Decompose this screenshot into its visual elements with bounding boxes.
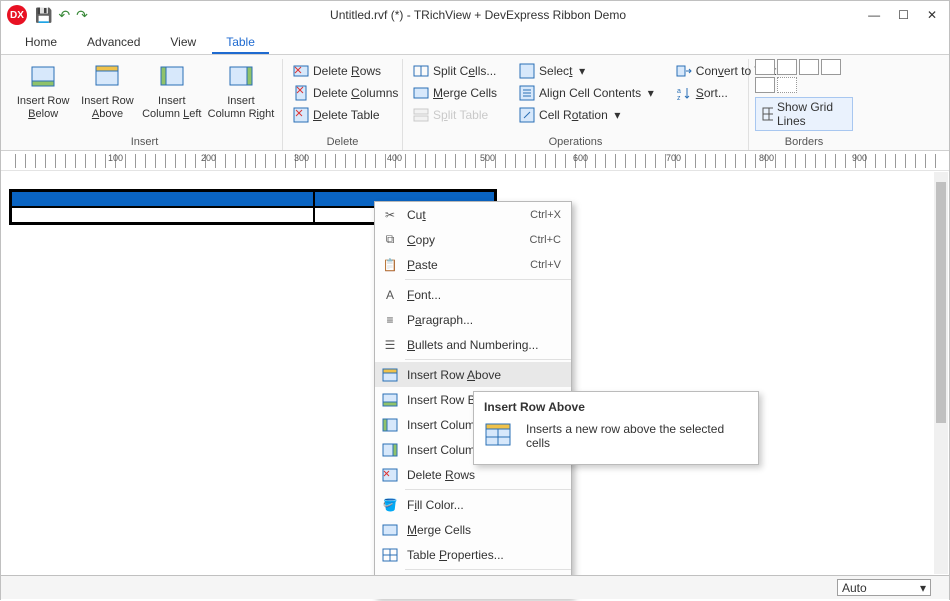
save-icon[interactable]: 💾: [35, 7, 52, 24]
split-cells-button[interactable]: Split Cells...: [409, 61, 501, 81]
ctx-fill-color[interactable]: 🪣Fill Color...: [375, 492, 571, 517]
chevron-down-icon: ▾: [920, 581, 926, 595]
merge-cells-icon: [381, 523, 399, 537]
app-icon: DX: [7, 5, 27, 25]
tab-advanced[interactable]: Advanced: [73, 31, 154, 54]
bullets-icon: ☰: [381, 338, 399, 352]
fill-color-icon: 🪣: [381, 498, 399, 512]
group-operations-label: Operations: [409, 134, 742, 148]
insert-col-left-button[interactable]: InsertColumn Left: [142, 59, 202, 121]
split-table-button: Split Table: [409, 105, 501, 125]
ctx-merge-cells[interactable]: Merge Cells: [375, 517, 571, 542]
minimize-icon[interactable]: —: [868, 8, 880, 22]
ctx-bullets[interactable]: ☰Bullets and Numbering...: [375, 332, 571, 357]
paste-icon: 📋: [381, 258, 399, 272]
maximize-icon[interactable]: ☐: [898, 8, 909, 22]
ctx-insert-row-above[interactable]: Insert Row Above: [375, 362, 571, 387]
vertical-scrollbar[interactable]: [934, 172, 948, 574]
tab-view[interactable]: View: [156, 31, 210, 54]
cut-icon: ✂: [381, 208, 399, 222]
group-borders-label: Borders: [755, 134, 853, 148]
ctx-delete-rows[interactable]: Delete Rows: [375, 462, 571, 487]
insert-col-right-icon: [381, 443, 399, 457]
show-grid-lines-button[interactable]: Show Grid Lines: [755, 97, 853, 131]
group-insert-label: Insert: [13, 134, 276, 148]
select-menu[interactable]: Select ▾: [515, 61, 658, 81]
insert-row-below-icon: [381, 393, 399, 407]
svg-text:a: a: [677, 88, 681, 95]
insert-row-below-button[interactable]: Insert RowBelow: [13, 59, 73, 121]
font-icon: A: [381, 288, 399, 302]
paragraph-icon: ≡: [381, 313, 399, 327]
close-icon[interactable]: ✕: [927, 8, 937, 22]
ctx-paragraph[interactable]: ≡Paragraph...: [375, 307, 571, 332]
copy-icon: ⧉: [381, 232, 399, 247]
group-delete-label: Delete: [289, 134, 396, 148]
delete-rows-icon: [381, 468, 399, 482]
ctx-paste[interactable]: 📋PasteCtrl+V: [375, 252, 571, 277]
merge-cells-button[interactable]: Merge Cells: [409, 83, 501, 103]
tab-table[interactable]: Table: [212, 31, 269, 54]
tooltip-title: Insert Row Above: [484, 400, 748, 414]
insert-row-above-button[interactable]: Insert RowAbove: [77, 59, 137, 121]
undo-icon[interactable]: ↶: [58, 7, 70, 24]
rotation-menu[interactable]: Cell Rotation ▾: [515, 105, 658, 125]
borders-palette[interactable]: Show Grid Lines: [755, 59, 853, 131]
insert-col-right-button[interactable]: InsertColumn Right: [206, 59, 276, 121]
redo-icon[interactable]: ↷: [76, 7, 88, 24]
table-props-icon: [381, 548, 399, 562]
align-menu[interactable]: Align Cell Contents ▾: [515, 83, 658, 103]
ctx-cut[interactable]: ✂CutCtrl+X: [375, 202, 571, 227]
ctx-font[interactable]: AFont...: [375, 282, 571, 307]
insert-col-left-icon: [381, 418, 399, 432]
svg-text:z: z: [677, 95, 681, 101]
zoom-select[interactable]: Auto▾: [837, 579, 931, 596]
tooltip-text: Inserts a new row above the selected cel…: [526, 422, 748, 450]
delete-table-button[interactable]: Delete Table: [289, 105, 402, 125]
horizontal-ruler[interactable]: 100200300 400500600 700800900: [1, 151, 949, 171]
delete-rows-button[interactable]: Delete Rows: [289, 61, 402, 81]
delete-columns-button[interactable]: Delete Columns: [289, 83, 402, 103]
ctx-table-properties[interactable]: Table Properties...: [375, 542, 571, 567]
insert-row-above-icon: [381, 368, 399, 382]
ctx-copy[interactable]: ⧉CopyCtrl+C: [375, 227, 571, 252]
tab-home[interactable]: Home: [11, 31, 71, 54]
tooltip: Insert Row Above Inserts a new row above…: [473, 391, 759, 465]
window-title: Untitled.rvf (*) - TRichView + DevExpres…: [88, 8, 868, 22]
tooltip-icon: [484, 422, 514, 448]
